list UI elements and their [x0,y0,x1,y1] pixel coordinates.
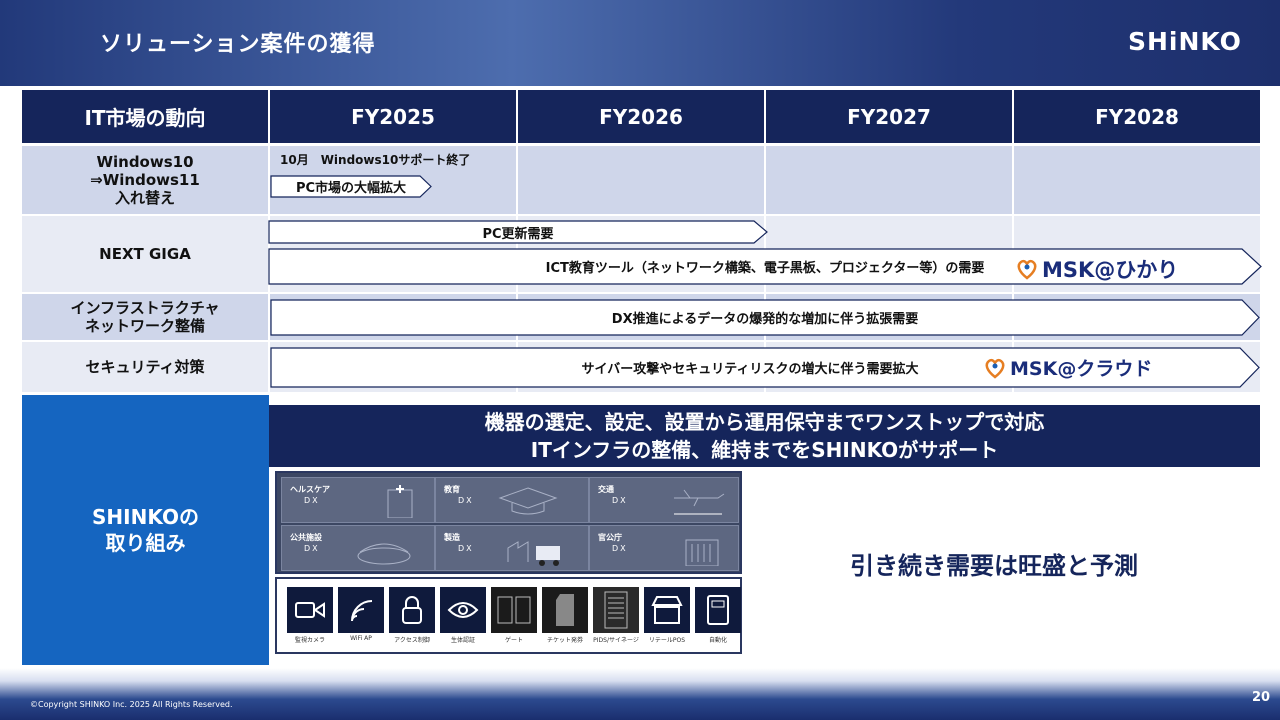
device-wifi: WiFi AP [338,587,384,642]
cyber-security-label: サイバー攻撃やセキュリティリスクの増大に伴う需要拡大 [581,362,919,377]
pc-market-arrow: PC市場の大幅拡大 [270,175,432,198]
device-pos: リテールPOS [644,587,690,644]
device-camera: 監視カメラ [287,587,333,644]
factory-truck-icon [507,541,560,566]
device-automation: 自動化 [695,587,741,644]
copyright-text: ©Copyright SHINKO Inc. 2025 All Rights R… [30,700,233,709]
device-ticket: チケット発券 [542,587,588,644]
windows10-eol-note: 10月 Windows10サポート終了 [280,153,471,167]
col-header-trend: IT市場の動向 [22,90,268,143]
row-label-windows: Windows10 ⇒Windows11 入れ替え [90,153,200,207]
msk-hikari-logo: MSK@ひかり [1016,254,1178,284]
hospital-icon [387,485,413,518]
msk-cloud-logo: MSK@クラウド [984,354,1152,381]
camera-icon [295,602,325,618]
tile-manufacturing: 製造 DX [435,525,589,571]
storefront-icon [651,596,683,624]
device-biometric: 生体認証 [440,587,486,644]
pc-market-label: PC市場の大幅拡大 [295,181,407,196]
ict-education-label: ICT教育ツール（ネットワーク構築、電子黒板、プロジェクター等）の需要 [545,261,985,276]
device-icons-panel: 監視カメラ WiFi AP アクセス制御 生体認証 ゲート チケット発券 PID… [275,577,742,654]
pc-renewal-label: PC更新需要 [482,226,554,242]
page-title: ソリューション案件の獲得 [100,32,376,57]
tile-transport: 交通 DX [589,477,739,523]
page-number: 20 [1252,690,1271,705]
banner-line-1: 機器の選定、設定、設置から運用保守までワンストップで対応 [484,410,1045,434]
plane-train-icon [674,489,725,515]
eye-icon [447,602,479,618]
col-header-fy2025: FY2025 [270,90,516,143]
wifi-icon [351,600,373,622]
row-label-infra: インフラストラクチャ ネットワーク整備 [70,299,220,335]
device-gate: ゲート [491,587,537,644]
col-header-fy2028: FY2028 [1014,90,1260,143]
shinko-banner: 機器の選定、設定、設置から運用保守までワンストップで対応 ITインフラの整備、維… [269,405,1260,467]
tile-healthcare: ヘルスケア DX [281,477,435,523]
demand-forecast-text: 引き続き需要は旺盛と予測 [850,552,1138,580]
device-signage: PIDS/サイネージ [593,587,639,644]
gate-icon [497,596,531,624]
footer-bar [0,668,1280,720]
row-label-security: セキュリティ対策 [85,358,205,376]
dx-sectors-panel: ヘルスケア DX 教育 DX 交通 DX 公共施設 DX 製造 DX 官公庁 DX [275,471,742,574]
row-label-next-giga: NEXT GIGA [99,245,191,263]
tile-education: 教育 DX [435,477,589,523]
device-access-control: アクセス制御 [389,587,435,644]
tile-government: 官公庁 DX [589,525,739,571]
signage-icon [604,591,628,629]
ticket-machine-icon [556,594,574,626]
building-icon [685,539,719,566]
col-header-fy2026: FY2026 [518,90,764,143]
dx-expansion-arrow: DX推進によるデータの爆発的な増加に伴う拡張需要 [270,299,1260,336]
msk-heart-icon [984,357,1006,379]
msk-hikari-text: MSK@ひかり [1042,258,1179,282]
msk-cloud-text: MSK@クラウド [1010,358,1153,380]
banner-line-2: ITインフラの整備、維持までをSHINKOがサポート [530,438,999,462]
tile-public-facilities: 公共施設 DX [281,525,435,571]
dx-expansion-label: DX推進によるデータの爆発的な増加に伴う拡張需要 [611,312,919,327]
shinko-logo: SHiNKO [1128,27,1242,56]
col-header-fy2027: FY2027 [766,90,1012,143]
pc-renewal-arrow: PC更新需要 [268,220,768,244]
control-panel-icon [707,595,729,625]
lock-icon [402,596,422,624]
stadium-icon [357,543,411,565]
graduation-cap-icon [498,487,558,515]
shinko-initiative-label: SHINKOの 取り組み [22,395,269,665]
msk-heart-icon [1016,258,1038,280]
